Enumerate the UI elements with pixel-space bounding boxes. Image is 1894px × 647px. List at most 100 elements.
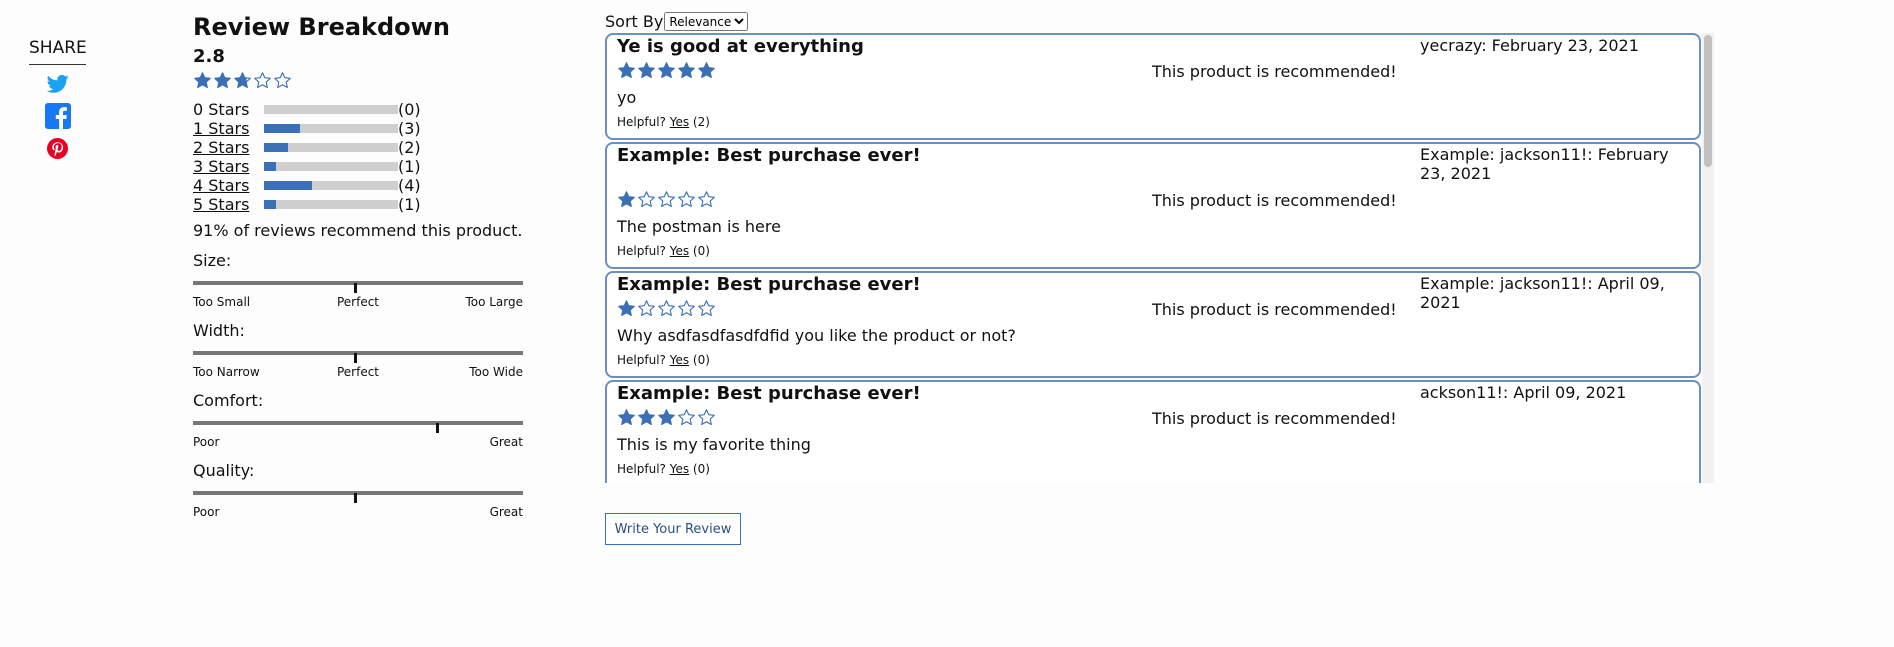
- write-review-button[interactable]: Write Your Review: [605, 513, 741, 545]
- review-card: Example: Best purchase ever! Example: jac…: [605, 142, 1701, 269]
- distribution-bar: [264, 200, 398, 209]
- distribution-count: (1): [398, 157, 421, 176]
- review-star-icon: [638, 409, 655, 426]
- distribution-bar: [264, 143, 398, 152]
- distribution-label[interactable]: 2 Stars: [193, 138, 264, 157]
- helpful-yes-link[interactable]: Yes: [670, 115, 689, 129]
- characteristic-marker: [353, 353, 357, 363]
- review-helpful: Helpful? Yes (0): [617, 353, 710, 367]
- rating-star-icon: [274, 72, 291, 89]
- distribution-bar: [264, 124, 398, 133]
- distribution-row: 4 Stars (4): [193, 176, 523, 195]
- characteristic-labels: Poor Great: [193, 505, 523, 521]
- review-body: The postman is here: [617, 217, 781, 236]
- average-rating: 2.8: [193, 46, 225, 67]
- helpful-yes-link[interactable]: Yes: [670, 462, 689, 476]
- review-recommend: This product is recommended!: [1152, 300, 1397, 319]
- helpful-count: (0): [692, 244, 710, 258]
- review-star-icon: [678, 62, 695, 79]
- characteristic-marker: [353, 283, 357, 293]
- helpful-count: (2): [692, 115, 710, 129]
- characteristic-label-left: Poor: [193, 505, 220, 519]
- helpful-yes-link[interactable]: Yes: [670, 353, 689, 367]
- characteristic-track: [193, 421, 523, 433]
- twitter-icon[interactable]: [46, 74, 69, 94]
- helpful-count: (0): [692, 353, 710, 367]
- distribution-count: (1): [398, 195, 421, 214]
- helpful-label: Helpful?: [617, 353, 666, 367]
- characteristic: Width: Too Narrow Perfect Too Wide: [193, 321, 523, 381]
- distribution-bar-fill: [264, 162, 277, 171]
- review-star-icon: [658, 409, 675, 426]
- review-author-date: ackson11!: April 09, 2021: [1420, 383, 1627, 402]
- review-title: Example: Best purchase ever!: [617, 145, 921, 166]
- characteristic-label-right: Great: [489, 435, 523, 449]
- review-body: yo: [617, 88, 637, 107]
- distribution-row: 3 Stars (1): [193, 157, 523, 176]
- review-star-icon: [698, 300, 715, 317]
- review-author-date: yecrazy: February 23, 2021: [1420, 36, 1639, 55]
- distribution-row: 5 Stars (1): [193, 195, 523, 214]
- characteristic-track: [193, 351, 523, 363]
- distribution-count: (4): [398, 176, 421, 195]
- characteristic-label-right: Great: [489, 505, 523, 519]
- distribution-label[interactable]: 5 Stars: [193, 195, 264, 214]
- review-star-icon: [658, 62, 675, 79]
- review-star-icon: [678, 191, 695, 208]
- review-star-icon: [638, 300, 655, 317]
- review-list-scrollbar[interactable]: [1702, 33, 1714, 483]
- distribution-bar: [264, 105, 398, 114]
- review-star-icon: [698, 191, 715, 208]
- review-star-icon: [638, 191, 655, 208]
- review-star-icon: [618, 62, 635, 79]
- characteristic: Comfort: Poor Great: [193, 391, 523, 451]
- scrollbar-thumb[interactable]: [1704, 35, 1712, 167]
- rating-star-icon: [194, 72, 211, 89]
- characteristic-marker: [353, 493, 357, 503]
- review-title: Example: Best purchase ever!: [617, 274, 921, 295]
- review-stars: [617, 408, 716, 427]
- distribution-label[interactable]: 4 Stars: [193, 176, 264, 195]
- review-stars: [617, 190, 716, 209]
- distribution-label[interactable]: 1 Stars: [193, 119, 264, 138]
- review-star-icon: [678, 300, 695, 317]
- review-helpful: Helpful? Yes (0): [617, 462, 710, 476]
- characteristic: Size: Too Small Perfect Too Large: [193, 251, 523, 311]
- pinterest-icon[interactable]: [47, 138, 68, 159]
- distribution-row: 1 Stars (3): [193, 119, 523, 138]
- review-recommend: This product is recommended!: [1152, 409, 1397, 428]
- sort-select[interactable]: Relevance: [664, 12, 749, 31]
- characteristic-label-middle: Perfect: [336, 365, 380, 379]
- helpful-label: Helpful?: [617, 462, 666, 476]
- characteristic-name: Comfort:: [193, 391, 264, 410]
- review-list[interactable]: Ye is good at everything yecrazy: Februar…: [605, 31, 1716, 483]
- distribution-bar-fill: [264, 200, 277, 209]
- review-star-icon: [638, 62, 655, 79]
- review-helpful: Helpful? Yes (2): [617, 115, 710, 129]
- sort-label: Sort By: [605, 12, 664, 31]
- facebook-icon[interactable]: [44, 103, 71, 129]
- review-title: Ye is good at everything: [617, 36, 864, 57]
- characteristic-name: Quality:: [193, 461, 255, 480]
- helpful-yes-link[interactable]: Yes: [670, 244, 689, 258]
- review-star-icon: [658, 191, 675, 208]
- distribution-label[interactable]: 3 Stars: [193, 157, 264, 176]
- share-label: SHARE: [29, 38, 87, 65]
- characteristic-label-left: Too Narrow: [193, 365, 260, 379]
- helpful-count: (0): [692, 462, 710, 476]
- rating-star-icon: [254, 72, 271, 89]
- characteristic-name: Size:: [193, 251, 232, 270]
- breakdown-title: Review Breakdown: [193, 13, 450, 41]
- sort-bar: Sort By Relevance: [605, 12, 749, 31]
- review-star-icon: [698, 409, 715, 426]
- rating-star-icon: [214, 72, 231, 89]
- review-helpful: Helpful? Yes (0): [617, 244, 710, 258]
- characteristic-label-right: Too Large: [465, 295, 523, 309]
- distribution-bar-fill: [264, 124, 301, 133]
- review-author-date: Example: jackson11!: February 23, 2021: [1420, 145, 1669, 183]
- distribution-bar-fill: [264, 143, 289, 152]
- review-author-date: Example: jackson11!: April 09, 2021: [1420, 274, 1665, 312]
- review-star-icon: [698, 62, 715, 79]
- review-card: Example: Best purchase ever! ackson11!: A…: [605, 380, 1701, 483]
- review-recommend: This product is recommended!: [1152, 191, 1397, 210]
